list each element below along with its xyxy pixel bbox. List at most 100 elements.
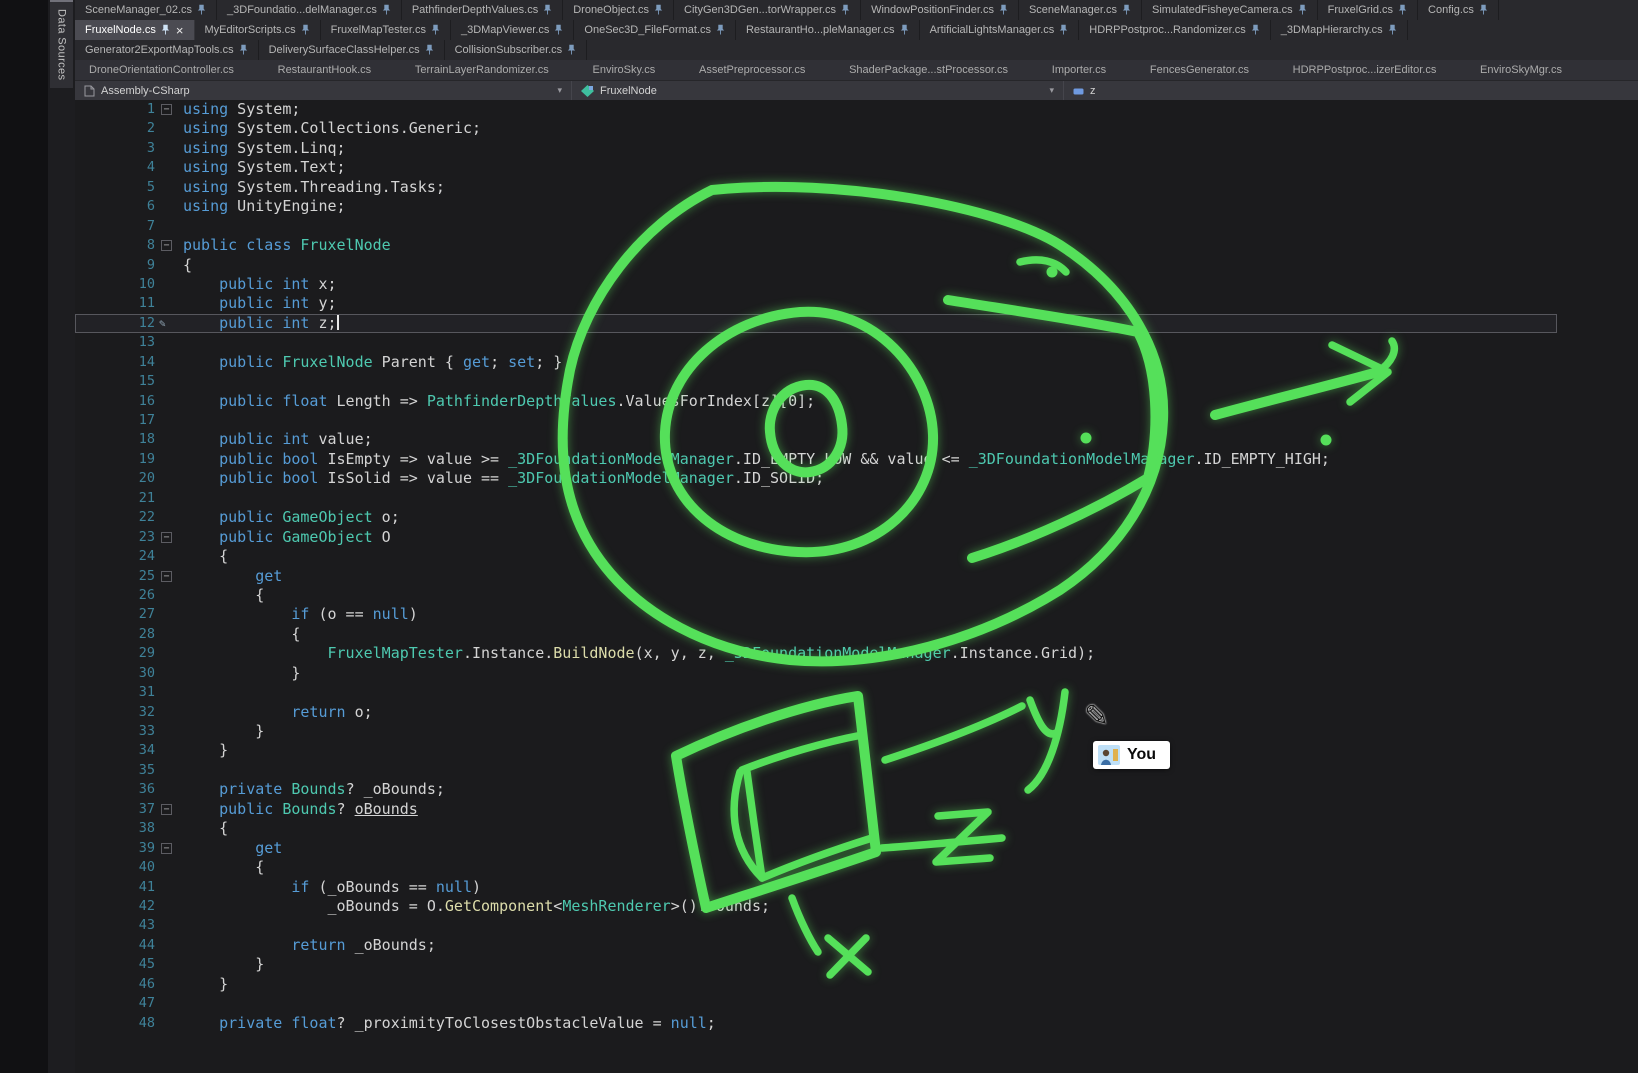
file-tab[interactable]: _3DFoundatio...delManager.cs <box>217 0 402 20</box>
code-line[interactable]: 38 { <box>75 819 1557 838</box>
file-tab[interactable]: WindowPositionFinder.cs <box>861 0 1019 20</box>
code-editor[interactable]: 1−using System;2using System.Collections… <box>75 100 1638 1073</box>
file-tab[interactable]: HDRPPostproc...izerEditor.cs <box>1283 60 1447 80</box>
pin-icon[interactable] <box>716 24 725 36</box>
code-line[interactable]: 17 <box>75 411 1557 430</box>
file-tab[interactable]: HDRPPostproc...Randomizer.cs <box>1079 20 1271 40</box>
fold-gutter[interactable]: − <box>157 800 183 819</box>
file-tab[interactable]: PathfinderDepthValues.cs <box>402 0 563 20</box>
code-line[interactable]: 5using System.Threading.Tasks; <box>75 178 1557 197</box>
fold-gutter[interactable]: − <box>157 100 183 119</box>
code-line[interactable]: 29 FruxelMapTester.Instance.BuildNode(x,… <box>75 644 1557 663</box>
fold-collapse-icon[interactable]: − <box>161 104 172 115</box>
file-tab[interactable]: DeliverySurfaceClassHelper.cs <box>259 40 445 60</box>
code-line[interactable]: 34 } <box>75 741 1557 760</box>
code-line[interactable]: 3using System.Linq; <box>75 139 1557 158</box>
code-line[interactable]: 31 <box>75 683 1557 702</box>
pin-icon[interactable] <box>425 44 434 56</box>
code-line[interactable]: 41 if (_oBounds == null) <box>75 878 1557 897</box>
pin-icon[interactable] <box>197 4 206 16</box>
fold-gutter[interactable]: − <box>157 236 183 255</box>
code-line[interactable]: 22 public GameObject o; <box>75 508 1557 527</box>
file-tab[interactable]: EnviroSky.cs <box>583 60 666 80</box>
file-tab[interactable]: RestaurantHo...pleManager.cs <box>736 20 920 40</box>
file-tab[interactable]: MyEditorScripts.cs <box>195 20 321 40</box>
code-line[interactable]: 19 public bool IsEmpty => value >= _3DFo… <box>75 450 1557 469</box>
pin-icon[interactable] <box>161 24 170 36</box>
code-line[interactable]: 26 { <box>75 586 1557 605</box>
code-line[interactable]: 27 if (o == null) <box>75 605 1557 624</box>
fold-gutter[interactable]: − <box>157 839 183 858</box>
file-tab[interactable]: Generator2ExportMapTools.cs <box>75 40 259 60</box>
code-line[interactable]: 47 <box>75 994 1557 1013</box>
file-tab[interactable]: SceneManager.cs <box>1019 0 1142 20</box>
code-line[interactable]: 45 } <box>75 955 1557 974</box>
fold-collapse-icon[interactable]: − <box>161 804 172 815</box>
code-line[interactable]: 20 public bool IsSolid => value == _3DFo… <box>75 469 1557 488</box>
file-tab[interactable]: FruxelNode.cs× <box>75 20 195 40</box>
code-line[interactable]: 9{ <box>75 256 1557 275</box>
code-line[interactable]: 32 return o; <box>75 703 1557 722</box>
pin-icon[interactable] <box>1251 24 1260 36</box>
code-line[interactable]: 28 { <box>75 625 1557 644</box>
code-line[interactable]: 14 public FruxelNode Parent { get; set; … <box>75 353 1557 372</box>
code-line[interactable]: 15 <box>75 372 1557 391</box>
pin-icon[interactable] <box>1388 24 1397 36</box>
file-tab[interactable]: EnviroSkyMgr.cs <box>1470 60 1572 80</box>
code-line[interactable]: 18 public int value; <box>75 430 1557 449</box>
file-tab[interactable]: CollisionSubscriber.cs <box>445 40 588 60</box>
code-line[interactable]: 33 } <box>75 722 1557 741</box>
code-line[interactable]: 35 <box>75 761 1557 780</box>
data-sources-tab[interactable]: Data Sources <box>50 0 73 88</box>
pin-icon[interactable] <box>554 24 563 36</box>
file-tab[interactable]: OneSec3D_FileFormat.cs <box>574 20 736 40</box>
code-line[interactable]: 44 return _oBounds; <box>75 936 1557 955</box>
code-line[interactable]: 12✎ public int z; <box>75 314 1557 333</box>
code-line[interactable]: 24 { <box>75 547 1557 566</box>
pin-icon[interactable] <box>1298 4 1307 16</box>
code-line[interactable]: 43 <box>75 916 1557 935</box>
fold-collapse-icon[interactable]: − <box>161 843 172 854</box>
file-tab[interactable]: Config.cs <box>1418 0 1499 20</box>
code-line[interactable]: 6using UnityEngine; <box>75 197 1557 216</box>
file-tab[interactable]: SceneManager_02.cs <box>75 0 217 20</box>
code-line[interactable]: 48 private float? _proximityToClosestObs… <box>75 1014 1557 1033</box>
code-line[interactable]: 40 { <box>75 858 1557 877</box>
file-tab[interactable]: RestaurantHook.cs <box>268 60 382 80</box>
project-dropdown[interactable]: Assembly-CSharp ▾ <box>75 81 572 100</box>
code-line[interactable]: 8−public class FruxelNode <box>75 236 1557 255</box>
code-line[interactable]: 30 } <box>75 664 1557 683</box>
pin-icon[interactable] <box>239 44 248 56</box>
file-tab[interactable]: FruxelMapTester.cs <box>321 20 451 40</box>
pin-icon[interactable] <box>1122 4 1131 16</box>
file-tab[interactable]: Importer.cs <box>1042 60 1116 80</box>
pin-icon[interactable] <box>567 44 576 56</box>
pin-icon[interactable] <box>431 24 440 36</box>
member-dropdown[interactable]: z <box>1064 81 1105 100</box>
file-tab[interactable]: _3DMapViewer.cs <box>451 20 574 40</box>
code-line[interactable]: 46 } <box>75 975 1557 994</box>
pin-icon[interactable] <box>900 24 909 36</box>
pin-icon[interactable] <box>841 4 850 16</box>
code-line[interactable]: 16 public float Length => PathfinderDept… <box>75 392 1557 411</box>
file-tab[interactable]: FencesGenerator.cs <box>1140 60 1259 80</box>
pin-icon[interactable] <box>1479 4 1488 16</box>
file-tab[interactable]: CityGen3DGen...torWrapper.cs <box>674 0 861 20</box>
code-line[interactable]: 42 _oBounds = O.GetComponent<MeshRendere… <box>75 897 1557 916</box>
code-line[interactable]: 11 public int y; <box>75 294 1557 313</box>
code-line[interactable]: 21 <box>75 489 1557 508</box>
code-line[interactable]: 39− get <box>75 839 1557 858</box>
pin-icon[interactable] <box>1059 24 1068 36</box>
close-tab-icon[interactable]: × <box>176 23 184 38</box>
file-tab[interactable]: SimulatedFisheyeCamera.cs <box>1142 0 1318 20</box>
code-line[interactable]: 7 <box>75 217 1557 236</box>
file-tab[interactable]: FruxelGrid.cs <box>1318 0 1418 20</box>
code-line[interactable]: 37− public Bounds? oBounds <box>75 800 1557 819</box>
pin-icon[interactable] <box>654 4 663 16</box>
code-line[interactable]: 36 private Bounds? _oBounds; <box>75 780 1557 799</box>
pin-icon[interactable] <box>999 4 1008 16</box>
pin-icon[interactable] <box>1398 4 1407 16</box>
file-tab[interactable]: ArtificialLightsManager.cs <box>920 20 1080 40</box>
code-line[interactable]: 13 <box>75 333 1557 352</box>
pin-icon[interactable] <box>301 24 310 36</box>
